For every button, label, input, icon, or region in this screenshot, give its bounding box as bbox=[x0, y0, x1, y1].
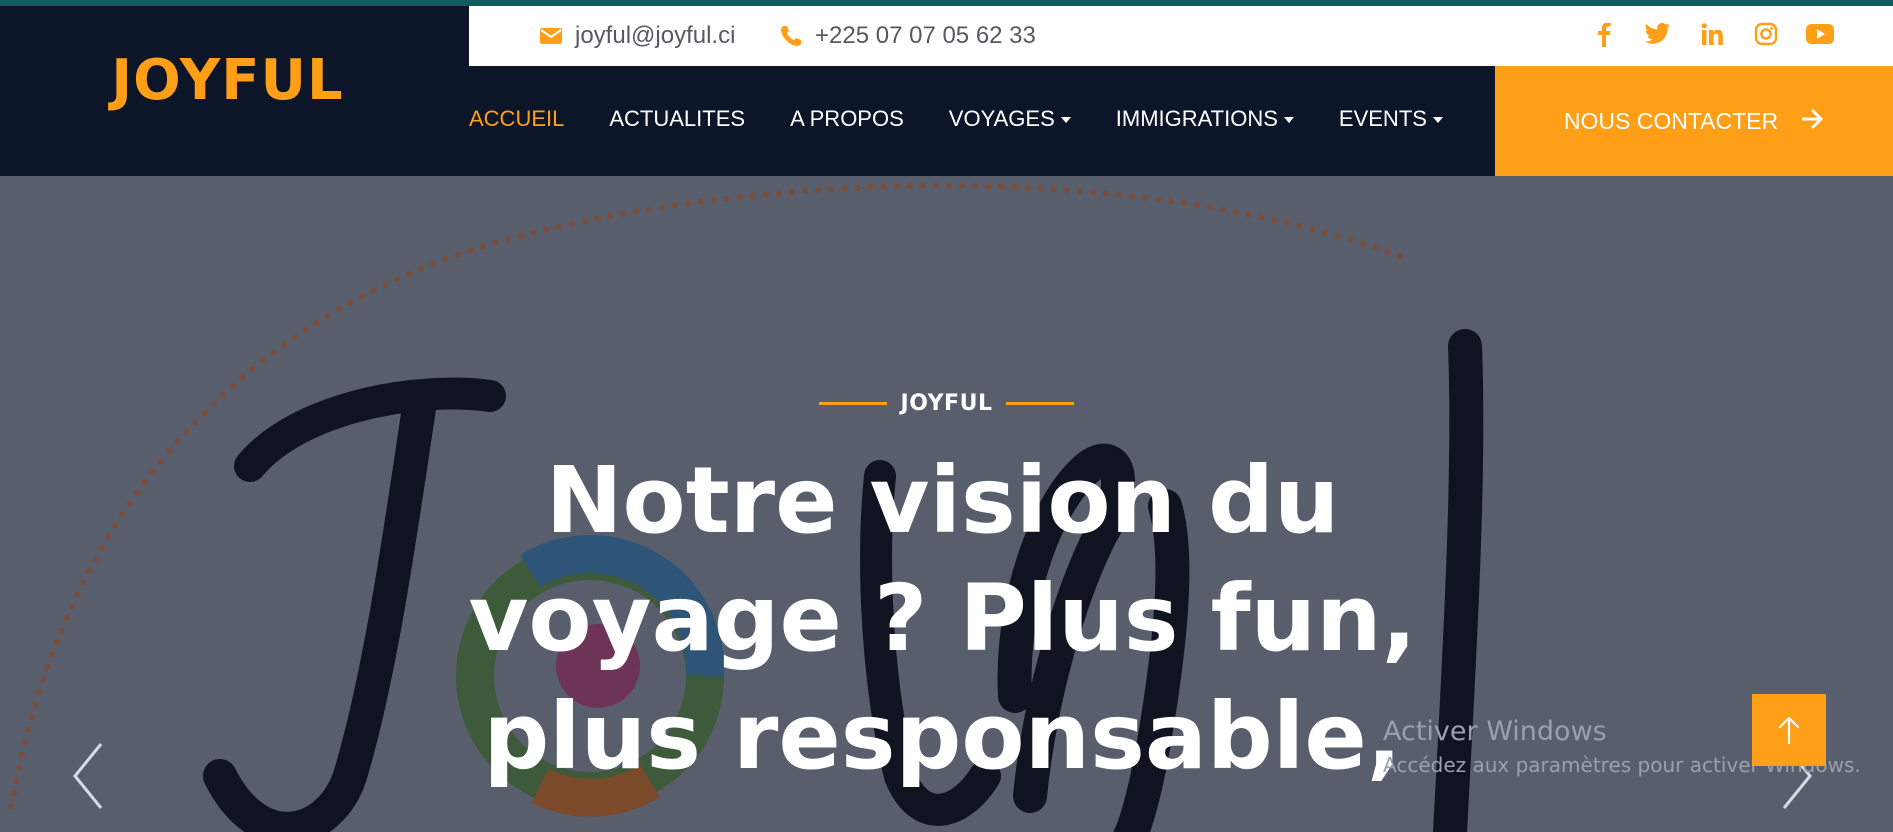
caret-down-icon bbox=[1432, 117, 1443, 123]
arrow-right-icon bbox=[1801, 108, 1824, 135]
contact-us-label: NOUS CONTACTER bbox=[1563, 107, 1779, 134]
nav-item-voyages[interactable]: VOYAGES bbox=[949, 106, 1071, 132]
brand-panel: JOYFUL bbox=[0, 6, 469, 176]
phone-icon bbox=[779, 24, 803, 48]
back-to-top-button[interactable] bbox=[1752, 694, 1826, 766]
contact-phone[interactable]: +225 07 07 05 62 33 bbox=[779, 22, 1036, 50]
contact-us-button[interactable]: NOUS CONTACTER bbox=[1495, 66, 1893, 176]
facebook-icon[interactable] bbox=[1589, 19, 1619, 49]
nav-item-events[interactable]: EVENTS bbox=[1339, 106, 1443, 132]
nav-item-label: ACCUEIL bbox=[469, 106, 565, 131]
social-links bbox=[1589, 19, 1835, 49]
nav-item-label: EVENTS bbox=[1338, 106, 1427, 131]
nav-item-accueil[interactable]: ACCUEIL bbox=[469, 106, 564, 132]
arrow-up-icon bbox=[1778, 716, 1800, 745]
nav-menu: ACCUEIL ACTUALITES A PROPOS VOYAGES IMMI… bbox=[469, 106, 1443, 132]
chevron-left-icon bbox=[73, 743, 103, 809]
hero-headline: Notre vision du voyage ? Plus fun, plus … bbox=[468, 447, 1417, 790]
nav-item-a-propos[interactable]: A PROPOS bbox=[790, 106, 904, 132]
contact-topbar: joyful@joyful.ci +225 07 07 05 62 33 bbox=[469, 6, 1893, 66]
contact-email[interactable]: joyful@joyful.ci bbox=[539, 22, 735, 50]
linkedin-icon[interactable] bbox=[1697, 19, 1727, 49]
envelope-icon bbox=[539, 26, 563, 46]
eyebrow-line-right bbox=[1006, 402, 1075, 405]
caret-down-icon bbox=[1283, 117, 1294, 123]
caret-down-icon bbox=[1060, 117, 1071, 123]
slider-prev-button[interactable] bbox=[65, 736, 115, 816]
main-navigation: ACCUEIL ACTUALITES A PROPOS VOYAGES IMMI… bbox=[469, 66, 1495, 176]
instagram-icon[interactable] bbox=[1751, 19, 1781, 49]
contact-phone-text: +225 07 07 05 62 33 bbox=[815, 22, 1036, 49]
twitter-icon[interactable] bbox=[1643, 19, 1673, 49]
nav-item-actualites[interactable]: ACTUALITES bbox=[609, 106, 745, 132]
nav-item-label: VOYAGES bbox=[948, 106, 1055, 131]
eyebrow-line-left bbox=[818, 402, 887, 405]
nav-item-immigrations[interactable]: IMMIGRATIONS bbox=[1116, 106, 1294, 132]
nav-item-label: A PROPOS bbox=[790, 106, 904, 131]
contact-email-text: joyful@joyful.ci bbox=[575, 22, 736, 49]
nav-item-label: IMMIGRATIONS bbox=[1115, 106, 1278, 131]
youtube-icon[interactable] bbox=[1805, 19, 1835, 49]
nav-item-label: ACTUALITES bbox=[609, 106, 746, 131]
hero-eyebrow: JOYFUL bbox=[0, 391, 1893, 416]
hero-eyebrow-text: JOYFUL bbox=[900, 391, 993, 416]
brand-logo-link[interactable]: JOYFUL bbox=[111, 48, 343, 113]
